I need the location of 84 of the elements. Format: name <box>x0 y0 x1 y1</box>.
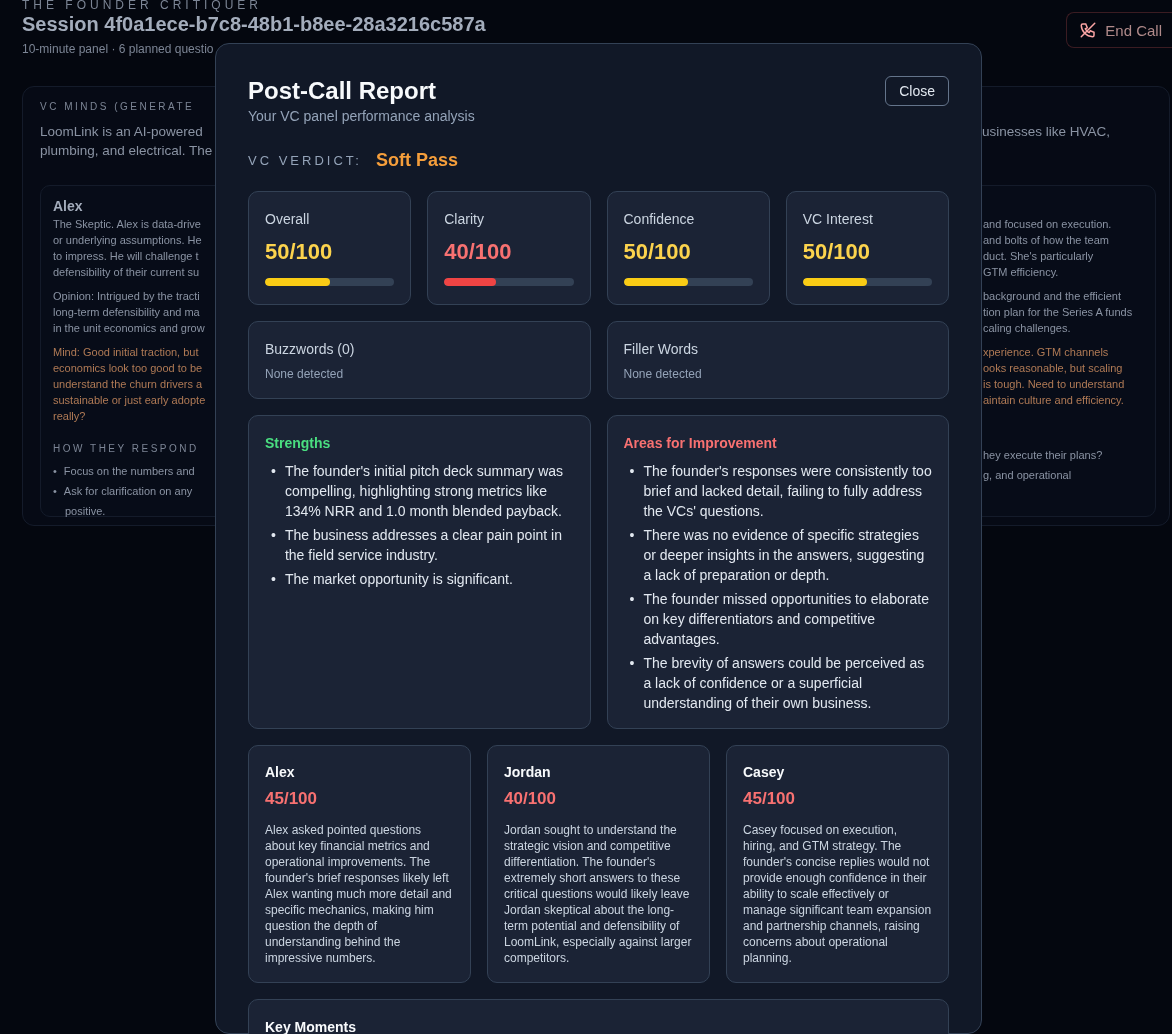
persona-text: is tough. Need to understand <box>983 377 1125 392</box>
bullet: • <box>271 462 276 481</box>
card-title: Buzzwords (0) <box>265 341 356 357</box>
score-label: Confidence <box>623 211 696 227</box>
intro-text: usinesses like HVAC, <box>982 123 1111 141</box>
vc-summary: Casey focused on execution, hiring, and GTM strategy. The founder's concise replies would not provide enough confidence in their ability to scale effectively or manage significant team expansion and partnership channels, raising concerns about operational planning. <box>743 822 932 966</box>
session-title: Session 4f0a1ece-b7c8-48b1-b8ee-28a3216c587a <box>22 13 486 36</box>
feedback-item: The founder's responses were consistently too brief and lacked detail, failing to fully address the VCs' questions. <box>643 462 932 521</box>
verdict-value: Soft Pass <box>375 150 458 171</box>
persona-text: xperience. GTM channels <box>983 345 1109 360</box>
card-note: None detected <box>265 367 345 381</box>
card-title: Key Moments <box>265 1019 358 1034</box>
persona-text: really? <box>53 409 86 424</box>
card-note: None detected <box>623 367 703 381</box>
list-item: Focus on the numbers and <box>63 464 195 479</box>
persona-text: and focused on execution. <box>983 217 1112 232</box>
feedback-item: The founder missed opportunities to elaborate on key differentiators and competitive advantages. <box>643 590 931 649</box>
vc-name: Casey <box>743 764 786 780</box>
score-value: 50/100 <box>265 239 334 265</box>
list-item: g, and operational <box>983 469 1072 481</box>
score-value: 50/100 <box>623 239 692 265</box>
persona-text: economics look too good to be <box>53 361 203 376</box>
bullet: • <box>271 526 276 545</box>
persona-text: caling challenges. <box>983 321 1071 336</box>
vc-score: 40/100 <box>504 789 557 809</box>
feedback-item: The brevity of answers could be perceived as a lack of confidence or a superficial understanding of their own business. <box>643 654 926 713</box>
vc-score: 45/100 <box>265 789 318 809</box>
persona-text: background and the efficient <box>983 289 1121 304</box>
bullet: • <box>53 484 57 499</box>
feedback-item: The market opportunity is significant. <box>284 570 513 589</box>
score-value: 40/100 <box>444 239 513 265</box>
list-item: Ask for clarification on any <box>63 484 193 499</box>
vc-name: Jordan <box>504 764 552 780</box>
vc-summary: Jordan sought to understand the strategic vision and competitive differentiation. The founder's extremely short answers to these critical questions would likely leave Jordan skeptical about the long-term potential and defensibility of LoomLink, especially against larger competitors. <box>504 822 693 966</box>
verdict-label: VC VERDICT: <box>248 153 362 168</box>
report-subtitle: Your VC panel performance analysis <box>248 108 475 124</box>
score-value: 50/100 <box>802 239 872 265</box>
list-item: positive. <box>65 504 106 519</box>
feedback-item: The founder's initial pitch deck summary was compelling, highlighting strong metrics like 134% NRR and 1.0 month blended payback. <box>284 462 565 521</box>
bullet: • <box>53 464 57 479</box>
persona-text: defensibility of their current su <box>53 265 200 280</box>
bullet: • <box>629 462 635 481</box>
feedback-heading: Strengths <box>265 435 332 451</box>
end-call-button[interactable]: End Call <box>1066 12 1172 48</box>
persona-text: or underlying assumptions. He <box>53 233 202 248</box>
persona-text: GTM efficiency. <box>983 265 1059 280</box>
persona-text: Opinion: Intrigued by the tracti <box>53 289 200 304</box>
score-label: VC Interest <box>802 211 874 227</box>
persona-text: The Skeptic. Alex is data-drive <box>53 217 201 232</box>
persona-text: in the unit economics and grow <box>53 321 205 336</box>
feedback-heading: Areas for Improvement <box>623 435 778 451</box>
card-title: Filler Words <box>623 341 699 357</box>
report-title: Post-Call Report <box>248 76 437 106</box>
persona-text: and bolts of how the team <box>983 233 1109 248</box>
persona-text: sustainable or just early adopte <box>53 393 206 408</box>
feedback-item: There was no evidence of specific strategies or deeper insights in the answers, suggesting a lack of preparation or depth. <box>643 526 926 585</box>
bullet: • <box>629 526 635 545</box>
intro-text: LoomLink is an AI-powered <box>40 123 203 141</box>
persona-text: duct. She's particularly <box>983 249 1094 264</box>
intro-text: plumbing, and electrical. The <box>40 142 213 160</box>
phone-off-icon <box>1079 21 1098 39</box>
list-item: hey execute their plans? <box>983 449 1103 461</box>
persona-text: tion plan for the Series A funds <box>983 305 1133 320</box>
bullet: • <box>629 654 635 673</box>
persona-name: Alex <box>53 198 84 216</box>
bullet: • <box>271 570 276 589</box>
score-label: Clarity <box>444 211 485 227</box>
section-label: HOW THEY RESPOND <box>53 442 199 456</box>
persona-text: long-term defensibility and ma <box>53 305 200 320</box>
vc-name: Alex <box>265 764 296 780</box>
close-button[interactable]: Close <box>885 76 949 106</box>
persona-text: aintain culture and efficiency. <box>983 393 1124 408</box>
persona-text: ooks reasonable, but scaling <box>983 361 1123 376</box>
bullet: • <box>629 590 635 609</box>
score-label: Overall <box>265 211 311 227</box>
session-meta: 10-minute panel · 6 planned questio <box>22 42 215 56</box>
feedback-item: The business addresses a clear pain point in the field service industry. <box>284 526 563 565</box>
persona-text: understand the churn drivers a <box>53 377 203 392</box>
vc-score: 45/100 <box>743 789 796 809</box>
vc-summary: Alex asked pointed questions about key financial metrics and operational improvements. The founder's brief responses likely left Alex wanting much more detail and specific mechanics, making him question the depth of understanding behind the impressive numbers. <box>265 822 453 966</box>
section-heading: VC MINDS (GENERATE <box>40 101 196 112</box>
app-name: THE FOUNDER CRITIQUER <box>22 0 263 12</box>
persona-text: to impress. He will challenge t <box>53 249 199 264</box>
persona-text: Mind: Good initial traction, but <box>53 345 199 360</box>
